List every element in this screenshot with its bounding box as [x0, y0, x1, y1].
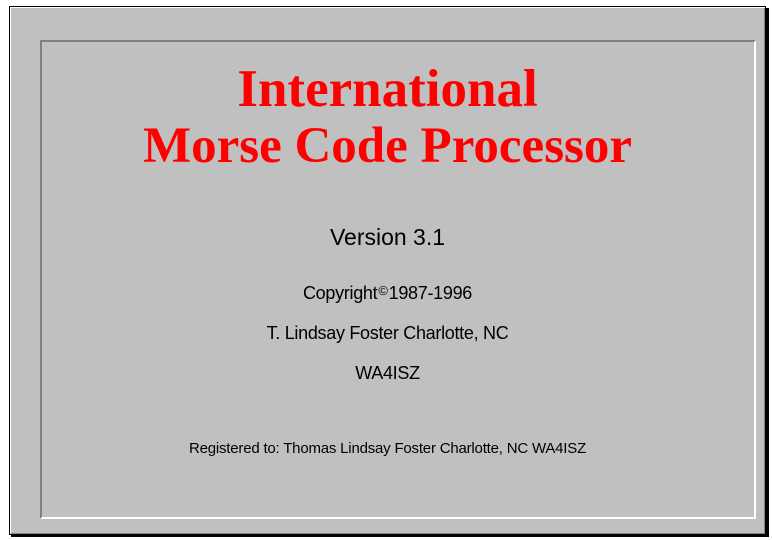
copyright-years: 1987-1996 — [388, 283, 473, 303]
copyright-symbol: © — [378, 283, 388, 298]
copyright-prefix: Copyright — [302, 283, 378, 303]
callsign-line: WA4ISZ — [355, 363, 420, 383]
title-morse-code-processor: Morse Code Processor — [142, 118, 633, 174]
registered-to-line: Registered to: Thomas Lindsay Foster Cha… — [188, 440, 587, 457]
copyright-line: Copyright©1987-1996 — [10, 283, 765, 304]
author-line: T. Lindsay Foster Charlotte, NC — [266, 323, 509, 343]
window-shadow-right — [766, 8, 769, 537]
splash-window[interactable]: International Morse Code Processor Versi… — [9, 6, 766, 535]
version-label: Version 3.1 — [329, 224, 446, 250]
title-international: International — [237, 60, 538, 118]
window-shadow-bottom — [11, 535, 769, 537]
